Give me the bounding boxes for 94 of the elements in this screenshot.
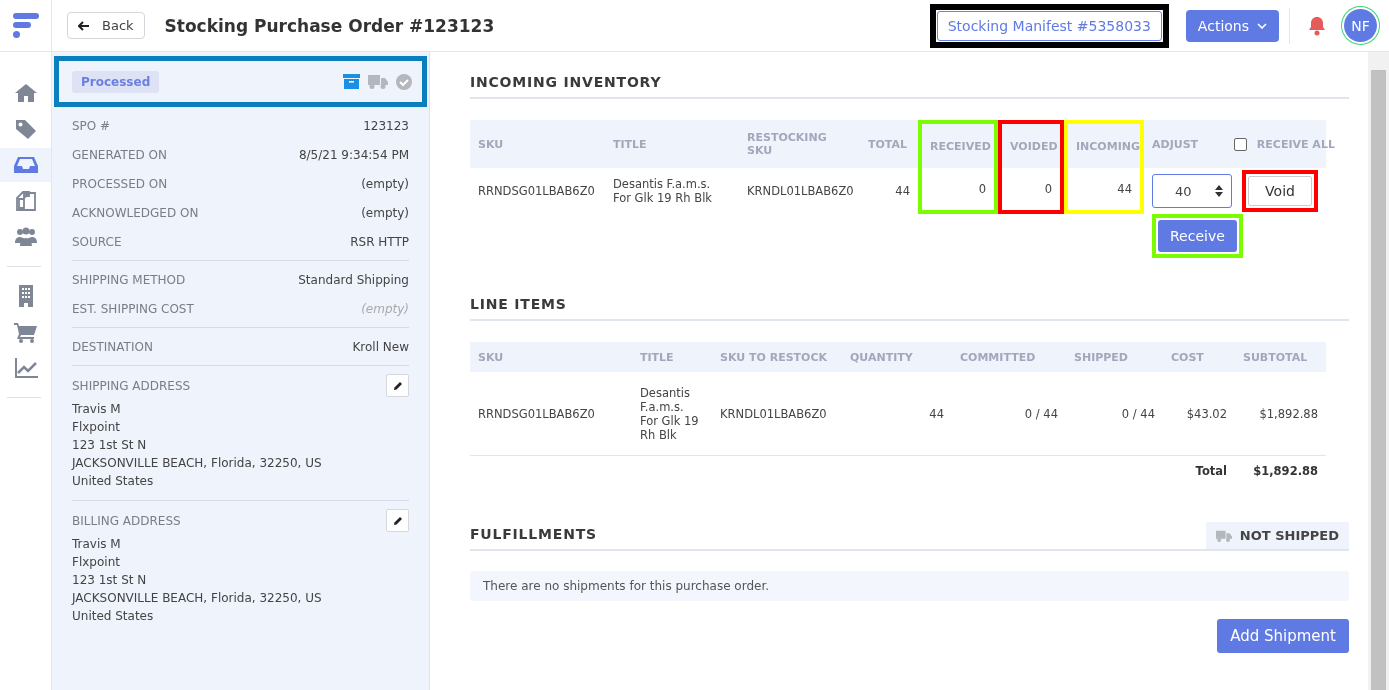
address-line: Travis M [72, 401, 122, 418]
back-button[interactable]: Back [67, 12, 145, 39]
manifest-button[interactable]: Stocking Manifest #5358033 [936, 10, 1162, 41]
table-cell: 0 / 44 [1024, 406, 1058, 421]
chevron-down-icon [1257, 22, 1267, 29]
detail-label: EST. SHIPPING COST [72, 301, 194, 316]
detail-label: ACKNOWLEDGED ON [72, 205, 199, 220]
detail-label: DESTINATION [72, 339, 153, 354]
address-label: BILLING ADDRESS [72, 513, 181, 528]
users-icon [12, 225, 39, 249]
cart-icon [12, 320, 39, 344]
logo-icon [10, 10, 41, 41]
pencil-icon [392, 380, 403, 391]
table-cell: 44 [895, 184, 910, 198]
pencil-icon [392, 515, 403, 526]
receive-all-checkbox[interactable] [1234, 137, 1247, 151]
detail-value: (empty) [361, 205, 409, 220]
address-label: SHIPPING ADDRESS [72, 378, 191, 393]
address-line: 123 1st St N [72, 437, 148, 454]
table-cell: RRNDSG01LBAB6Z0 [478, 184, 595, 198]
column-header: SKU TO RESTOCK [712, 342, 842, 372]
address-line: 123 1st St N [72, 572, 148, 589]
detail-value: 8/5/21 9:34:54 PM [298, 147, 409, 162]
edit-button[interactable] [386, 374, 409, 397]
address-line: Flxpoint [72, 554, 121, 571]
table-cell: $1,892.88 [1259, 406, 1318, 421]
table-cell: 0 / 44 [1121, 406, 1155, 421]
column-header: ADJUST [1144, 120, 1234, 168]
status-badge: Processed [72, 70, 160, 93]
column-header: TITLE [605, 120, 739, 168]
detail-value: Kroll New [352, 339, 409, 354]
address-line: United States [72, 608, 155, 625]
address-line: Flxpoint [72, 419, 121, 436]
column-header: COMMITTED [952, 342, 1066, 372]
column-header: SUBTOTAL [1235, 342, 1326, 372]
truck-icon [1215, 529, 1232, 542]
column-header: INCOMING [1064, 120, 1144, 168]
table-cell: 0 [978, 182, 986, 196]
nav-item[interactable] [0, 148, 51, 182]
detail-value: 123123 [363, 118, 409, 133]
column-header: SKU [470, 120, 605, 168]
total-label: Total [1195, 464, 1227, 478]
table-cell: 44 [929, 406, 944, 421]
spinner-arrows-icon [1215, 185, 1223, 197]
detail-label: SHIPPING METHOD [72, 272, 186, 287]
column-header: VOIDED [998, 120, 1064, 168]
detail-value: (empty) [361, 301, 409, 316]
receive-button[interactable]: Receive [1158, 220, 1237, 252]
table-cell: KRNDL01LBAB6Z0 [720, 406, 827, 421]
user-avatar[interactable]: NF [1344, 9, 1377, 42]
column-header: SKU [470, 342, 632, 372]
table-cell: RRNDSG01LBAB6Z0 [478, 406, 595, 421]
section-title: LINE ITEMS [470, 292, 1349, 321]
detail-value: (empty) [361, 176, 409, 191]
section-title: FULFILLMENTS [470, 525, 597, 544]
table-cell: Desantis F.a.m.s. For Glk 19 Rh Blk [613, 177, 712, 205]
arrow-left-icon [78, 20, 90, 31]
table-cell: KRNDL01LBAB6Z0 [747, 184, 854, 198]
column-header: RECEIVED [918, 120, 998, 168]
column-header: RESTOCKING SKU [739, 120, 860, 168]
empty-message: There are no shipments for this purchase order. [470, 571, 1349, 601]
column-header: TITLE [632, 342, 712, 372]
table-cell: Desantis F.a.m.s. For Glk 19 Rh Blk [640, 385, 699, 442]
detail-label: GENERATED ON [72, 147, 167, 162]
detail-value: RSR HTTP [350, 234, 409, 249]
scrollbar-thumb[interactable] [1371, 70, 1386, 690]
receive-all-label: RECEIVE ALL [1256, 137, 1335, 151]
shipping-status-badge: NOT SHIPPED [1205, 522, 1349, 549]
total-value: $1,892.88 [1253, 464, 1318, 478]
void-button[interactable]: Void [1248, 176, 1312, 206]
page-title: Stocking Purchase Order #123123 [164, 15, 495, 36]
detail-label: SPO # [72, 118, 111, 133]
bell-icon[interactable] [1308, 15, 1326, 36]
table-cell: 44 [1117, 182, 1132, 196]
actions-button[interactable]: Actions [1185, 9, 1279, 42]
column-header: COST [1163, 342, 1235, 372]
detail-value: Standard Shipping [298, 272, 409, 287]
detail-label: SOURCE [72, 234, 122, 249]
add-shipment-button[interactable]: Add Shipment [1217, 619, 1349, 653]
table-cell: 0 [1044, 182, 1052, 196]
adjust-field[interactable]: 40 [1152, 174, 1232, 208]
address-line: Travis M [72, 536, 122, 553]
column-header: TOTAL [860, 120, 918, 168]
scrollbar[interactable] [1368, 52, 1389, 690]
address-line: United States [72, 473, 155, 490]
column-header: SHIPPED [1066, 342, 1163, 372]
address-line: JACKSONVILLE BEACH, Florida, 32250, US [72, 590, 323, 607]
section-title: INCOMING INVENTORY [470, 70, 1349, 99]
detail-label: PROCESSED ON [72, 176, 168, 191]
column-header: QUANTITY [842, 342, 952, 372]
address-line: JACKSONVILLE BEACH, Florida, 32250, US [72, 455, 323, 472]
chart-icon [12, 356, 39, 380]
edit-button[interactable] [386, 509, 409, 532]
table-cell: $43.02 [1186, 406, 1227, 421]
